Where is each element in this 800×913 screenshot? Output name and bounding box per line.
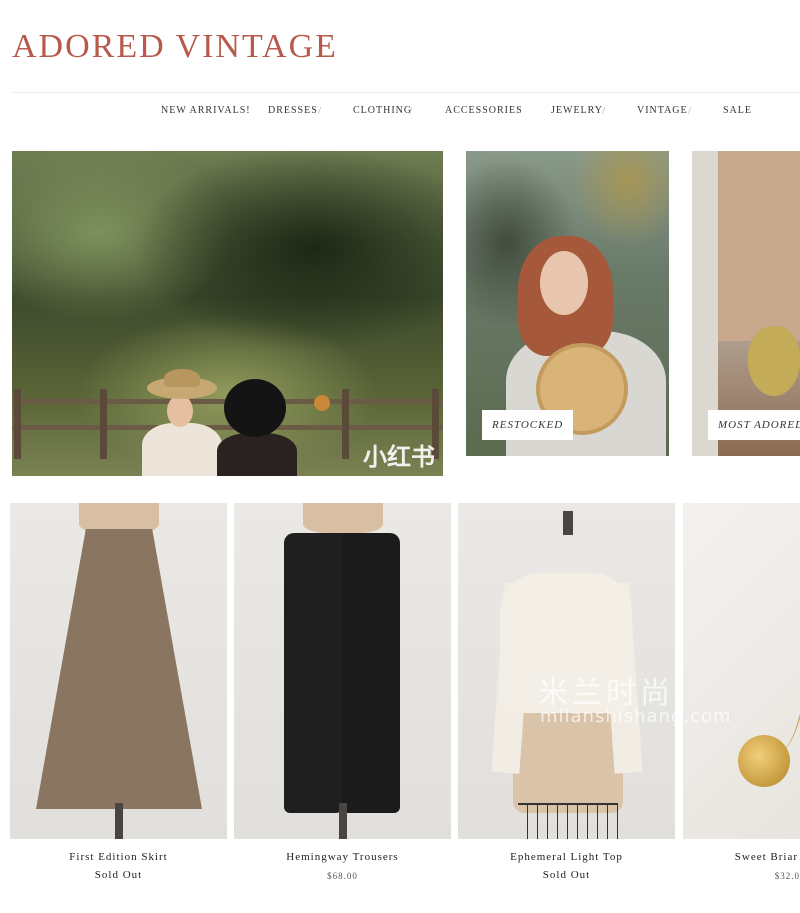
model-torso [710, 151, 800, 341]
model-face [167, 395, 193, 427]
nav-item-accessories[interactable]: ACCESSORIES [445, 105, 523, 116]
model-figure [142, 423, 222, 476]
hero-banner-main[interactable]: 小红书 [12, 151, 443, 476]
dress-form-cage [518, 803, 618, 839]
nav-separator: / [602, 105, 606, 117]
restocked-label[interactable]: RESTOCKED [482, 410, 574, 440]
dress-form-stand [114, 803, 123, 839]
product-name[interactable]: Hemingway Trousers [234, 851, 451, 863]
apple [314, 395, 330, 411]
black-hat [224, 379, 286, 437]
site-logo[interactable]: ADORED VINTAGE [12, 28, 338, 66]
fence-post [342, 389, 349, 459]
model-face [540, 251, 588, 315]
hero-banner-restocked[interactable]: RESTOCKED [466, 151, 669, 456]
necklace-pendant [738, 735, 790, 787]
nav-separator: / [409, 105, 413, 117]
trousers-right-leg [342, 533, 400, 813]
model-figure [217, 433, 297, 476]
main-nav: NEW ARRIVALS! DRESSES / CLOTHING / ACCES… [0, 105, 800, 119]
product-price: Sold Out [542, 869, 591, 881]
dress-form-neck [302, 503, 383, 533]
nav-item-jewelry[interactable]: JEWELRY [551, 105, 603, 116]
nav-item-new-arrivals[interactable]: NEW ARRIVALS! [161, 105, 251, 116]
nav-item-sale[interactable]: SALE [723, 105, 752, 116]
fence-rail [12, 425, 443, 430]
nav-item-vintage[interactable]: VINTAGE [637, 105, 688, 116]
site-watermark-url: milanshishang.com [540, 706, 732, 727]
pear [748, 326, 800, 396]
fence-post [100, 389, 107, 459]
product-image-sweet-briar[interactable] [683, 503, 800, 839]
product-price: Sold Out [94, 869, 143, 881]
straw-hat-crown [164, 369, 200, 387]
dress-form-knob [562, 511, 573, 535]
dress-form-neck [78, 503, 159, 533]
product-price: $32.0 [774, 871, 800, 881]
necklace-chain [753, 503, 800, 753]
product-name[interactable]: Ephemeral Light Top [458, 851, 675, 863]
skirt [36, 529, 202, 809]
product-image-hemingway-trousers[interactable] [234, 503, 451, 839]
most-adored-label[interactable]: MOST ADORED [708, 410, 800, 440]
product-price: $68.00 [327, 871, 358, 881]
dress-form-stand [338, 803, 347, 839]
trousers-left-leg [284, 533, 342, 813]
xiaohongshu-watermark: 小红书 [363, 443, 435, 471]
nav-item-clothing[interactable]: CLOTHING [353, 105, 412, 116]
nav-item-dresses[interactable]: DRESSES [268, 105, 318, 116]
product-name[interactable]: First Edition Skirt [10, 851, 227, 863]
product-image-first-edition-skirt[interactable] [10, 503, 227, 839]
hero-banner-most-adored[interactable]: MOST ADORED [692, 151, 800, 456]
fence-post [14, 389, 21, 459]
product-name[interactable]: Sweet Briar [683, 851, 800, 863]
header-divider [12, 92, 800, 93]
nav-separator: / [516, 105, 520, 117]
nav-separator: / [688, 105, 692, 117]
nav-separator: / [318, 105, 322, 117]
